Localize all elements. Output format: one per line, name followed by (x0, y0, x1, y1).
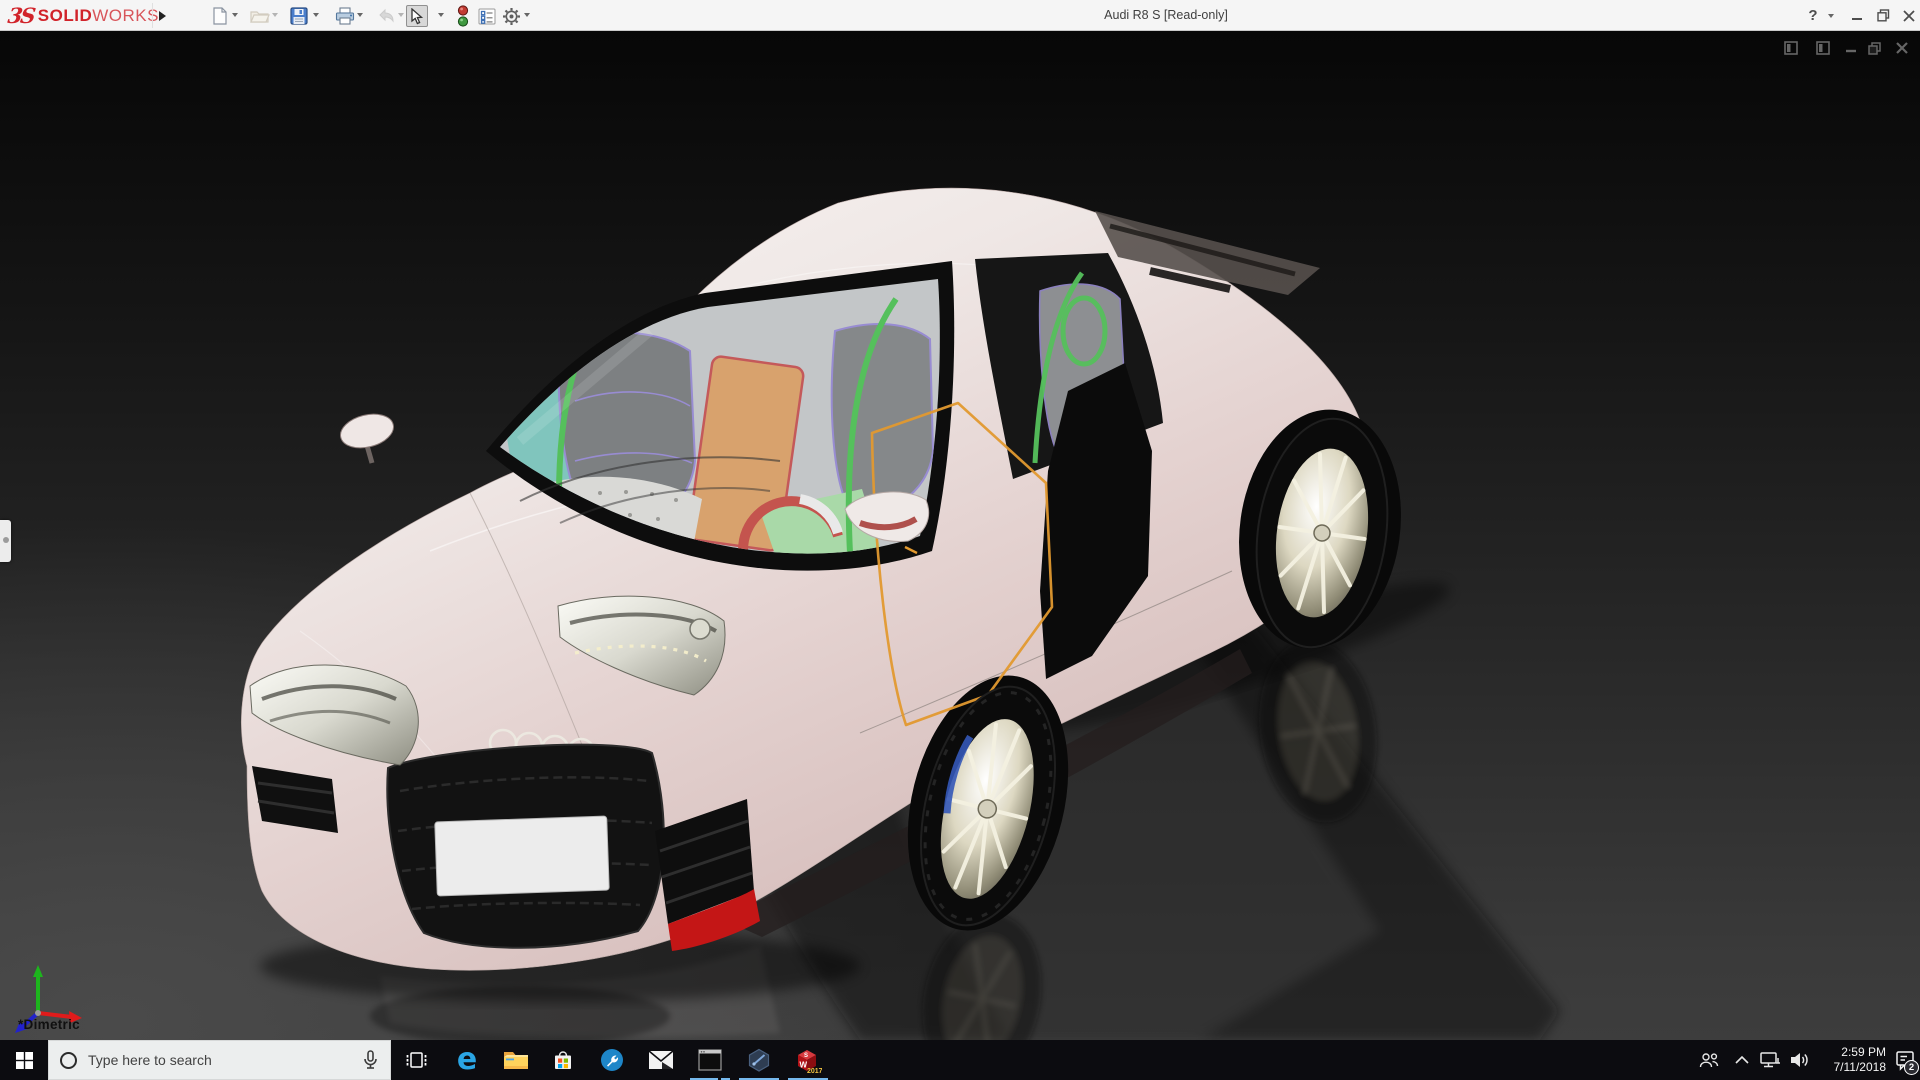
print-button[interactable] (334, 5, 356, 27)
panel-right-icon (1816, 41, 1830, 55)
brand-text-solid: SOLID (38, 6, 92, 26)
featuremanager-collapsed-tab[interactable] (0, 520, 11, 562)
tray-overflow-button[interactable] (1730, 1040, 1754, 1080)
notification-badge: 2 (1904, 1060, 1919, 1075)
svg-text:2017: 2017 (807, 1068, 822, 1074)
start-button[interactable] (0, 1040, 48, 1080)
people-button[interactable] (1692, 1040, 1726, 1080)
doc-close-button[interactable] (1893, 40, 1911, 56)
open-document-button[interactable] (249, 5, 271, 27)
options-button[interactable] (500, 5, 522, 27)
solidworks-window: 3S SOLIDWORKS (0, 0, 1920, 1080)
car-model-scene (0, 31, 1920, 1040)
undo-dropdown[interactable] (398, 13, 404, 17)
select-tool-dropdown[interactable] (438, 13, 444, 17)
options-dropdown[interactable] (524, 13, 530, 17)
cortana-icon (60, 1052, 77, 1069)
file-properties-button[interactable] (476, 5, 498, 27)
doc-restore-button[interactable] (1866, 40, 1884, 56)
hexagon-app-icon (747, 1048, 771, 1072)
close-button[interactable] (1897, 0, 1920, 31)
action-center-button[interactable] (1890, 1040, 1920, 1080)
command-prompt-icon (698, 1049, 722, 1071)
help-glyph: ? (1808, 7, 1817, 24)
undo-arrow-icon (376, 8, 396, 24)
store-button[interactable] (539, 1040, 587, 1080)
gear-icon (502, 7, 521, 26)
solidworks-cube-icon: S W 2017 (794, 1047, 822, 1074)
view-orientation-label: *Dimetric (18, 1017, 80, 1032)
file-explorer-icon (503, 1049, 529, 1071)
open-document-dropdown[interactable] (272, 13, 278, 17)
solidworks-logo-mark-icon: 3S (6, 3, 35, 28)
save-floppy-icon (290, 7, 308, 25)
brand-text-works: WORKS (92, 6, 159, 26)
rebuild-trafficlight-button[interactable] (452, 5, 474, 27)
select-cursor-icon (410, 8, 424, 25)
taskbar-search[interactable] (48, 1040, 391, 1080)
composer-button[interactable] (735, 1040, 783, 1080)
document-title: Audi R8 S [Read-only] (1066, 0, 1266, 31)
task-view-button[interactable] (394, 1040, 438, 1080)
mail-button[interactable] (637, 1040, 685, 1080)
license-plate (435, 816, 609, 896)
svg-text:S: S (804, 1053, 808, 1059)
edge-icon: e (457, 1047, 477, 1073)
edge-button[interactable]: e (443, 1040, 491, 1080)
select-tool-button[interactable] (406, 5, 428, 27)
mail-icon (648, 1050, 674, 1070)
doc-minimize-button[interactable] (1842, 40, 1860, 56)
windows-logo-icon (16, 1052, 33, 1069)
microphone-icon[interactable] (360, 1049, 380, 1071)
doc-restore-icon (1868, 42, 1882, 55)
solidworks-2017-button[interactable]: S W 2017 (784, 1040, 832, 1080)
taskbar-clock[interactable]: 2:59 PM 7/11/2018 (1808, 1040, 1888, 1080)
menu-flyout-button[interactable] (152, 3, 170, 28)
network-icon (1759, 1050, 1781, 1070)
titlebar: 3S SOLIDWORKS (0, 0, 1920, 31)
restore-icon (1877, 9, 1890, 22)
minimize-button[interactable] (1845, 0, 1869, 31)
task-view-icon (405, 1050, 427, 1070)
windows-taskbar: e C:\_ S W 2017 (0, 1040, 1920, 1080)
restore-button[interactable] (1871, 0, 1895, 31)
store-icon (551, 1048, 575, 1072)
show-panel-right-button[interactable] (1814, 40, 1832, 56)
open-folder-icon (250, 8, 270, 24)
get-help-button[interactable] (588, 1040, 636, 1080)
close-icon (1903, 10, 1915, 22)
minimize-icon (1851, 10, 1863, 22)
save-dropdown[interactable] (313, 13, 319, 17)
help-button[interactable]: ? (1802, 0, 1824, 31)
properties-list-icon (478, 8, 496, 25)
command-prompt-button[interactable]: C:\_ (686, 1040, 734, 1080)
help-dropdown[interactable] (1828, 14, 1834, 18)
chevron-up-icon (1735, 1055, 1749, 1065)
flyout-arrow-icon (157, 10, 167, 22)
new-document-icon (212, 7, 228, 25)
clock-date: 7/11/2018 (1834, 1060, 1887, 1075)
undo-button[interactable] (375, 5, 397, 27)
panel-left-icon (1784, 41, 1798, 55)
doc-close-icon (1896, 42, 1908, 54)
printer-icon (335, 7, 355, 25)
search-input[interactable] (86, 1051, 360, 1069)
panel-expand-icon (3, 537, 9, 543)
clock-time: 2:59 PM (1841, 1045, 1886, 1060)
new-document-button[interactable] (209, 5, 231, 27)
print-dropdown[interactable] (357, 13, 363, 17)
wrench-circle-icon (600, 1048, 624, 1072)
left-mirror (337, 409, 397, 463)
save-button[interactable] (288, 5, 310, 27)
show-panel-left-button[interactable] (1782, 40, 1800, 56)
new-document-dropdown[interactable] (232, 13, 238, 17)
graphics-viewport[interactable]: *Dimetric (0, 31, 1920, 1040)
traffic-light-icon (457, 5, 469, 27)
network-button[interactable] (1756, 1040, 1784, 1080)
people-icon (1698, 1051, 1720, 1069)
file-explorer-button[interactable] (492, 1040, 540, 1080)
solidworks-logo: 3S SOLIDWORKS (8, 2, 159, 29)
doc-minimize-icon (1845, 42, 1857, 54)
notification-count: 2 (1909, 1062, 1914, 1073)
